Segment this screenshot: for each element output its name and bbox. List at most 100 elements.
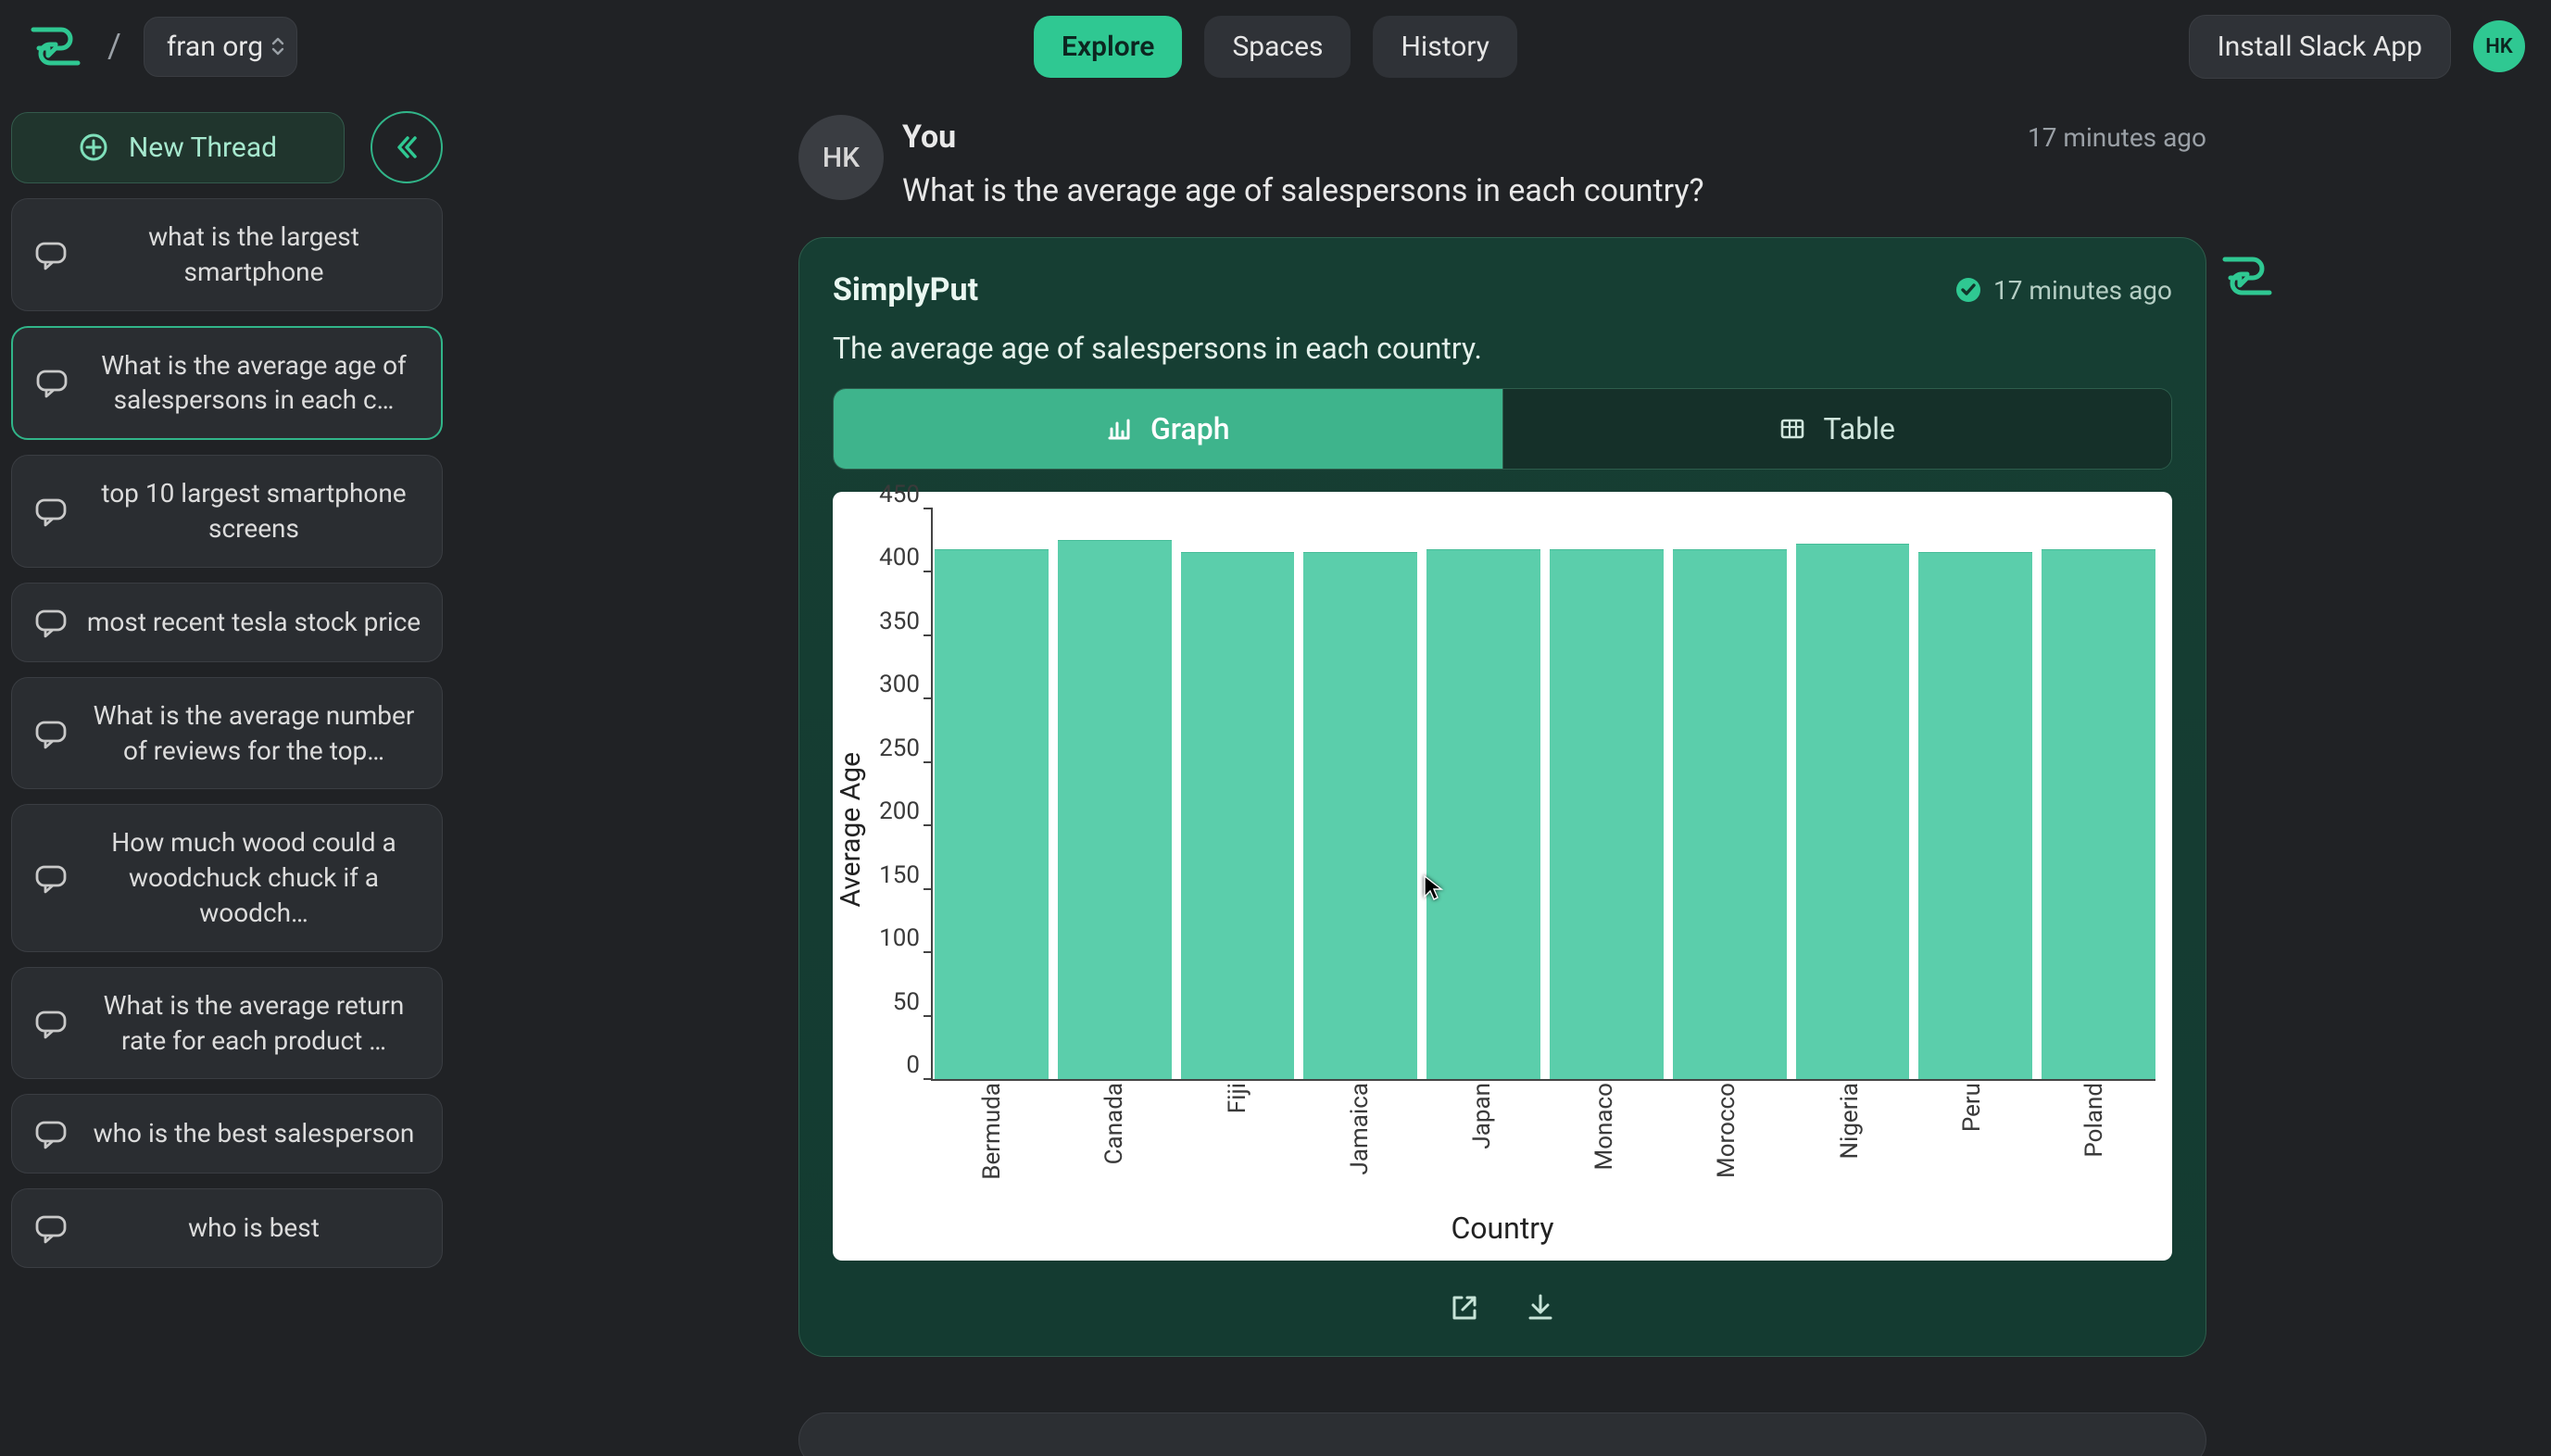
chat-bubble-icon <box>32 604 69 641</box>
tab-graph[interactable]: Graph <box>834 389 1503 469</box>
tab-spaces[interactable]: Spaces <box>1204 16 1351 78</box>
org-selector[interactable]: fran org <box>144 17 297 77</box>
sidebar-thread-label: top 10 largest smartphone screens <box>86 476 421 546</box>
chart-bar <box>1673 549 1787 1079</box>
chart-bar <box>2042 549 2155 1079</box>
chat-bubble-icon <box>32 1115 69 1152</box>
sidebar-thread-item[interactable]: How much wood could a woodchuck chuck if… <box>11 804 443 951</box>
new-thread-button[interactable]: New Thread <box>11 112 345 183</box>
breadcrumb-separator: / <box>102 27 127 66</box>
tab-explore[interactable]: Explore <box>1034 16 1182 78</box>
sidebar-thread-item[interactable]: who is best <box>11 1188 443 1268</box>
sidebar-thread-label: who is best <box>86 1211 421 1246</box>
chart-xtick-label: Nigeria <box>1836 1083 1864 1160</box>
tab-graph-label: Graph <box>1150 411 1230 446</box>
chevron-double-left-icon <box>393 133 421 161</box>
new-thread-label: New Thread <box>129 132 277 164</box>
sidebar-thread-item[interactable]: top 10 largest smartphone screens <box>11 455 443 568</box>
sidebar-thread-item[interactable]: What is the average return rate for each… <box>11 967 443 1080</box>
user-timestamp: 17 minutes ago <box>2028 122 2206 153</box>
chart-xtick-label: Japan <box>1468 1083 1496 1149</box>
chart-xtick-label: Morocco <box>1713 1083 1740 1178</box>
user-name: You <box>902 119 956 156</box>
chart-ytick-label: 100 <box>879 924 920 952</box>
user-message-text: What is the average age of salespersons … <box>902 172 2206 209</box>
chat-bubble-icon <box>32 860 69 897</box>
chart-bar <box>935 549 1049 1079</box>
chat-bubble-icon <box>32 1005 69 1042</box>
chart-xaxis-title: Country <box>833 1211 2172 1246</box>
chart-ytick-label: 450 <box>879 481 920 508</box>
sidebar-thread-item[interactable]: what is the largest smartphone <box>11 198 443 311</box>
tab-table[interactable]: Table <box>1503 389 2172 469</box>
chart-xaxis-labels: Bermuda Canada Fiji Jamaica Japan Monaco Moroc… <box>931 1083 2155 1194</box>
tab-history[interactable]: History <box>1374 16 1517 78</box>
sidebar-thread-item[interactable]: who is the best salesperson <box>11 1094 443 1174</box>
thread-list: what is the largest smartphone What is th… <box>11 198 443 1268</box>
download-icon <box>1525 1292 1556 1324</box>
bar-chart-icon <box>1106 416 1132 442</box>
chart-ytick-label: 200 <box>879 797 920 825</box>
chart-xtick-label: Monaco <box>1590 1083 1618 1170</box>
sidebar-thread-item[interactable]: What is the average age of salespersons … <box>11 326 443 441</box>
assistant-name: SimplyPut <box>833 271 978 308</box>
chart-actions <box>833 1283 2172 1330</box>
user-avatar-inline: HK <box>798 115 884 200</box>
tab-table-label: Table <box>1824 411 1895 446</box>
chart-plot-area: 050100150200250300350400450 <box>931 508 2155 1081</box>
chart-bar <box>1426 549 1540 1079</box>
install-slack-button[interactable]: Install Slack App <box>2189 15 2451 79</box>
chat-bubble-icon <box>32 1210 69 1247</box>
chart-bar <box>1058 540 1172 1079</box>
chart-xtick-label: Poland <box>2080 1083 2108 1158</box>
regenerate-button[interactable] <box>2221 254 2273 305</box>
table-icon <box>1779 416 1805 442</box>
chart-xtick-label: Bermuda <box>978 1083 1006 1180</box>
chart-yaxis-title: Average Age <box>835 752 867 908</box>
chat-bubble-icon <box>32 493 69 530</box>
brand-logo-icon[interactable] <box>26 20 85 72</box>
sidebar-thread-label: What is the average number of reviews fo… <box>86 698 421 769</box>
sidebar-thread-label: How much wood could a woodchuck chuck if… <box>86 825 421 930</box>
chat-bubble-icon <box>32 236 69 273</box>
chart-ytick-label: 0 <box>906 1051 920 1079</box>
chart-ytick-label: 150 <box>879 861 920 889</box>
user-avatar[interactable]: HK <box>2473 20 2525 72</box>
chart-xtick-label: Jamaica <box>1346 1083 1374 1175</box>
chart-bar <box>1303 552 1417 1079</box>
chart-xtick-label: Fiji <box>1224 1083 1251 1113</box>
open-external-button[interactable] <box>1449 1292 1480 1330</box>
main-content: HK You 17 minutes ago What is the averag… <box>454 93 2551 1456</box>
collapse-sidebar-button[interactable] <box>371 111 443 183</box>
nav-center: Explore Spaces History <box>1034 16 1517 78</box>
sidebar-thread-item[interactable]: most recent tesla stock price <box>11 583 443 662</box>
top-nav: / fran org Explore Spaces History Instal… <box>0 0 2551 93</box>
chart-bar <box>1796 544 1910 1079</box>
download-button[interactable] <box>1525 1292 1556 1330</box>
chart-ytick-label: 250 <box>879 734 920 762</box>
chart-bar <box>1181 552 1295 1079</box>
sidebar-thread-label: who is the best salesperson <box>86 1116 421 1151</box>
sidebar-thread-label: What is the average return rate for each… <box>86 988 421 1059</box>
chart-bar <box>1918 552 2032 1079</box>
chat-bubble-icon <box>33 364 70 401</box>
chart-ytick-label: 300 <box>879 671 920 698</box>
verified-icon: 17 minutes ago <box>1954 275 2172 306</box>
sidebar-thread-item[interactable]: What is the average number of reviews fo… <box>11 677 443 790</box>
chart-ytick-label: 350 <box>879 608 920 635</box>
chat-bubble-icon <box>32 715 69 752</box>
org-name: fran org <box>167 31 263 63</box>
assistant-message: SimplyPut 17 minutes ago The average age… <box>798 237 2206 1357</box>
chevron-updown-icon <box>270 36 285 56</box>
user-message: HK You 17 minutes ago What is the averag… <box>798 115 2206 209</box>
chart-bar <box>1550 549 1664 1079</box>
plus-circle-icon <box>79 132 108 162</box>
sidebar-thread-label: what is the largest smartphone <box>86 220 421 290</box>
sidebar-thread-label: most recent tesla stock price <box>86 605 421 640</box>
chart-panel: Average Age 050100150200250300350400450 … <box>833 492 2172 1261</box>
sidebar-thread-label: What is the average age of salespersons … <box>87 348 421 419</box>
assistant-text: The average age of salespersons in each … <box>833 331 2172 366</box>
chart-ytick-label: 400 <box>879 544 920 571</box>
chat-input[interactable] <box>798 1412 2206 1456</box>
chart-xtick-label: Canada <box>1100 1083 1128 1164</box>
